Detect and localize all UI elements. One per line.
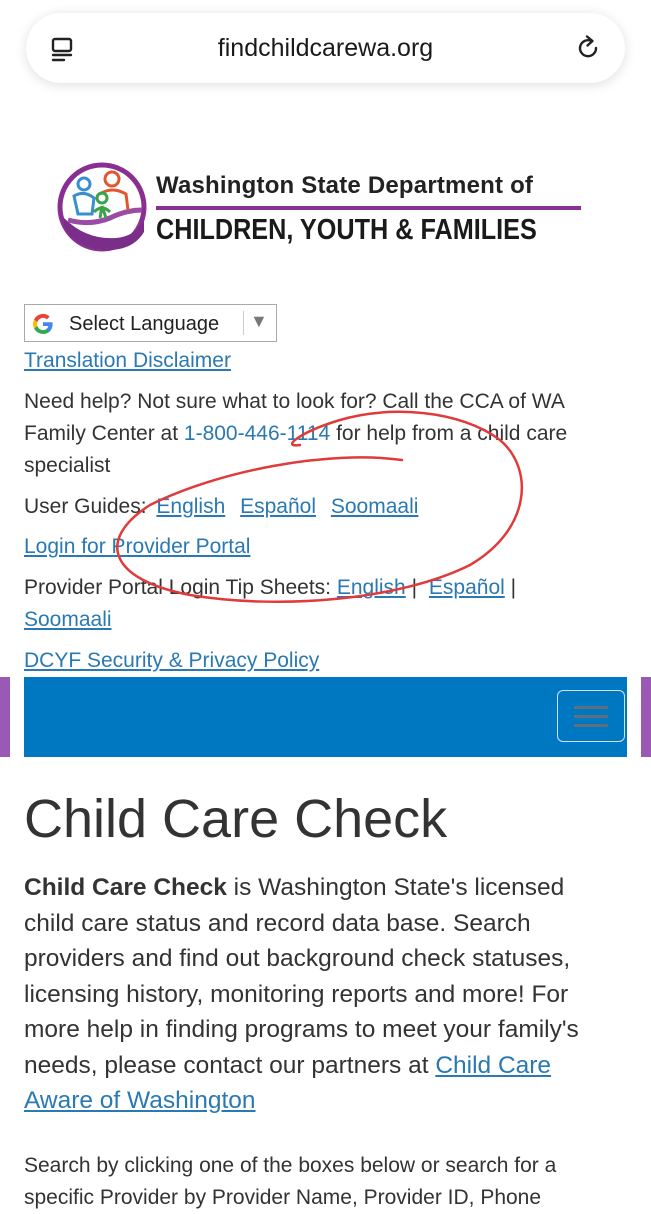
tip-sheet-espanol-link[interactable]: Español bbox=[429, 576, 505, 599]
intro-line: providers and find out background check … bbox=[24, 945, 571, 972]
accent-stripe-right bbox=[641, 677, 651, 757]
tip-sheets-label: Provider Portal Login Tip Sheets: bbox=[24, 576, 332, 599]
language-select-label: Select Language bbox=[69, 313, 220, 335]
privacy-policy-link[interactable]: DCYF Security & Privacy Policy bbox=[24, 649, 319, 672]
page-title: Child Care Check bbox=[24, 789, 448, 849]
select-divider bbox=[243, 311, 244, 335]
intro-bold: Child Care Check bbox=[24, 874, 227, 901]
child-care-aware-link[interactable]: Aware of Washington bbox=[24, 1087, 256, 1114]
user-guide-english-link[interactable]: English bbox=[156, 495, 225, 518]
user-guides-label: User Guides: bbox=[24, 495, 147, 518]
intro-line: is Washington State's licensed bbox=[226, 874, 565, 901]
search-instructions: Search by clicking one of the boxes belo… bbox=[24, 1150, 556, 1214]
search-line: Search by clicking one of the boxes belo… bbox=[24, 1154, 557, 1177]
user-guide-espanol-link[interactable]: Español bbox=[240, 495, 316, 518]
intro-line: licensing history, monitoring reports an… bbox=[24, 980, 569, 1008]
logo-line2: CHILDREN, YOUTH & FAMILIES bbox=[156, 214, 537, 246]
tip-sheet-soomaali-link[interactable]: Soomaali bbox=[24, 608, 112, 631]
intro-line: child care status and record data base. … bbox=[24, 909, 531, 937]
menu-line bbox=[574, 724, 608, 727]
dcyf-logo-mark bbox=[57, 162, 147, 252]
menu-line bbox=[574, 715, 608, 718]
language-select[interactable]: Select Language ▼ bbox=[24, 304, 277, 342]
intro-line: needs, please contact our partners at bbox=[24, 1051, 436, 1079]
provider-portal-login-link[interactable]: Login for Provider Portal bbox=[24, 535, 250, 558]
navigation-bar bbox=[24, 677, 627, 757]
help-line1: Need help? Not sure what to look for? Ca… bbox=[24, 390, 565, 413]
browser-address-bar[interactable]: findchildcarewa.org bbox=[26, 13, 625, 83]
logo-line1: Washington State Department of bbox=[156, 172, 534, 199]
url-text[interactable]: findchildcarewa.org bbox=[26, 34, 625, 63]
dcyf-logo[interactable]: Washington State Department of CHILDREN,… bbox=[56, 160, 596, 255]
phone-link[interactable]: 1-800-446-1114 bbox=[184, 422, 330, 445]
intro-line: more help in finding programs to meet yo… bbox=[24, 1016, 579, 1043]
menu-line bbox=[574, 706, 608, 709]
help-line3: specialist bbox=[24, 454, 111, 477]
user-guides-row: User Guides: English Español Soomaali bbox=[24, 491, 418, 523]
help-line2: Family Center at 1-800-446-1114 for help… bbox=[24, 418, 567, 450]
logo-divider bbox=[156, 206, 581, 210]
help-line2-post: for help from a child care bbox=[330, 422, 568, 445]
search-line: specific Provider by Provider Name, Prov… bbox=[24, 1186, 542, 1209]
child-care-aware-link[interactable]: Child Care bbox=[435, 1052, 551, 1079]
separator: | bbox=[510, 576, 517, 599]
intro-paragraph: Child Care Check is Washington State's l… bbox=[24, 870, 579, 1119]
tip-sheet-english-link[interactable]: English bbox=[337, 576, 406, 599]
user-guide-soomaali-link[interactable]: Soomaali bbox=[331, 495, 419, 518]
google-g-icon bbox=[32, 313, 53, 335]
help-line2-pre: Family Center at bbox=[24, 422, 184, 445]
dropdown-arrow-icon: ▼ bbox=[250, 311, 268, 331]
translation-disclaimer-link[interactable]: Translation Disclaimer bbox=[24, 349, 231, 372]
accent-stripe-left bbox=[0, 677, 10, 757]
reload-icon[interactable] bbox=[573, 33, 603, 63]
separator: | bbox=[411, 576, 418, 599]
tip-sheets-row: Provider Portal Login Tip Sheets: Englis… bbox=[24, 572, 516, 604]
hamburger-menu-icon[interactable] bbox=[557, 690, 625, 742]
